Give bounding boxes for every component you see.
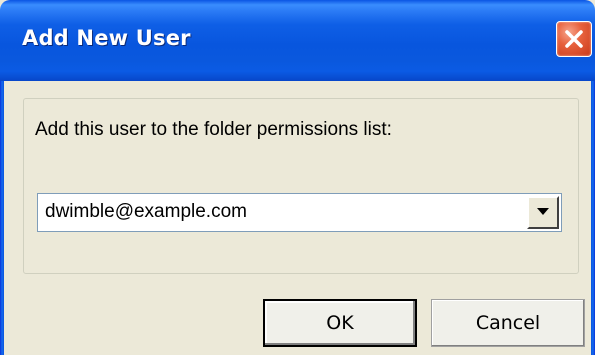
window-frame-left — [0, 81, 4, 355]
combo-dropdown-button[interactable] — [527, 196, 559, 229]
cancel-button[interactable]: Cancel — [431, 299, 585, 347]
title-bar[interactable]: Add New User — [0, 0, 595, 81]
window-title: Add New User — [22, 26, 191, 50]
user-combo-value[interactable]: dwimble@example.com — [45, 201, 247, 223]
user-combo-box[interactable]: dwimble@example.com — [37, 193, 562, 232]
window-frame-right — [591, 81, 595, 355]
ok-button[interactable]: OK — [263, 299, 417, 347]
close-button[interactable] — [556, 21, 592, 57]
prompt-label: Add this user to the folder permissions … — [35, 119, 392, 140]
close-icon — [565, 30, 583, 48]
add-new-user-dialog: Add New User Add this user to the folder… — [0, 0, 595, 355]
chevron-down-icon — [537, 208, 549, 215]
